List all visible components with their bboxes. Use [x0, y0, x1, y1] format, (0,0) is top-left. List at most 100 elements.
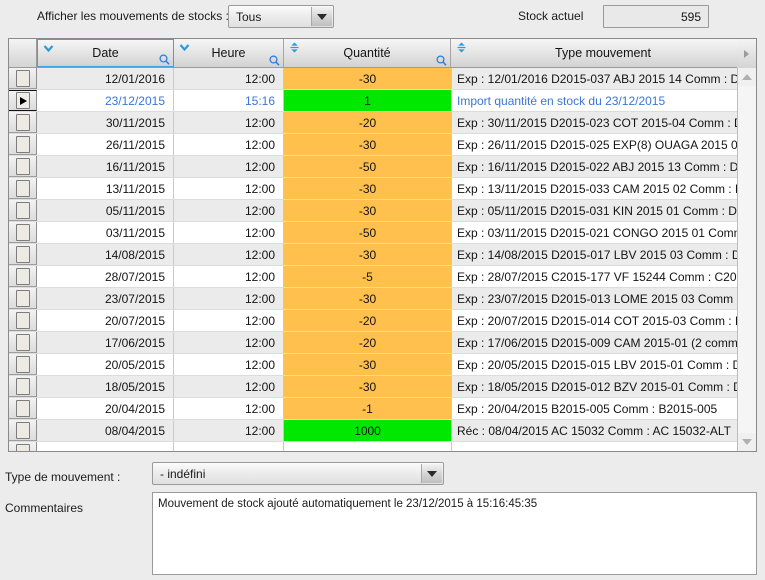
- cell-type-mouvement[interactable]: Exp : 23/07/2015 D2015-013 LOME 2015 03 …: [451, 288, 756, 309]
- row-selector[interactable]: [9, 156, 37, 177]
- cell-type-mouvement[interactable]: Exp : 26/11/2015 D2015-025 EXP(8) OUAGA …: [451, 134, 756, 155]
- cell-heure[interactable]: 12:00: [174, 112, 284, 133]
- new-record-cell[interactable]: [284, 442, 451, 451]
- cell-type-mouvement[interactable]: Import quantité en stock du 23/12/2015: [451, 90, 756, 111]
- cell-quantite[interactable]: 1000: [284, 420, 451, 441]
- movement-filter-dropdown-button[interactable]: [311, 7, 332, 26]
- cell-heure[interactable]: 12:00: [174, 288, 284, 309]
- new-record-cell[interactable]: [174, 442, 284, 451]
- table-row[interactable]: 30/11/2015 12:00 -20 Exp : 30/11/2015 D2015…: [9, 112, 756, 134]
- column-header-type-mouvement[interactable]: Type mouvement: [451, 39, 756, 67]
- cell-date[interactable]: 17/06/2015: [37, 332, 174, 353]
- cell-date[interactable]: 12/01/2016: [37, 68, 174, 89]
- row-selector[interactable]: [9, 178, 37, 199]
- row-selector[interactable]: [9, 332, 37, 353]
- row-selector[interactable]: [9, 398, 37, 419]
- cell-date[interactable]: 08/04/2015: [37, 420, 174, 441]
- cell-heure[interactable]: 12:00: [174, 398, 284, 419]
- cell-quantite[interactable]: -1: [284, 398, 451, 419]
- cell-heure[interactable]: 12:00: [174, 200, 284, 221]
- cell-quantite[interactable]: -30: [284, 68, 451, 89]
- cell-heure[interactable]: 12:00: [174, 420, 284, 441]
- cell-date[interactable]: 20/07/2015: [37, 310, 174, 331]
- vertical-scrollbar[interactable]: [737, 68, 756, 451]
- cell-heure[interactable]: 12:00: [174, 68, 284, 89]
- table-row[interactable]: 17/06/2015 12:00 -20 Exp : 17/06/2015 D2015…: [9, 332, 756, 354]
- filter-icon[interactable]: [269, 55, 280, 66]
- cell-date[interactable]: 23/12/2015: [37, 90, 174, 111]
- cell-heure[interactable]: 12:00: [174, 156, 284, 177]
- table-row[interactable]: 05/11/2015 12:00 -30 Exp : 05/11/2015 D2015…: [9, 200, 756, 222]
- new-record-row[interactable]: [9, 442, 756, 451]
- table-row[interactable]: 26/11/2015 12:00 -30 Exp : 26/11/2015 D2015…: [9, 134, 756, 156]
- row-selector[interactable]: [9, 244, 37, 265]
- cell-type-mouvement[interactable]: Exp : 16/11/2015 D2015-022 ABJ 2015 13 C…: [451, 156, 756, 177]
- cell-date[interactable]: 18/05/2015: [37, 376, 174, 397]
- cell-quantite[interactable]: -50: [284, 156, 451, 177]
- cell-date[interactable]: 05/11/2015: [37, 200, 174, 221]
- cell-quantite[interactable]: -30: [284, 288, 451, 309]
- cell-type-mouvement[interactable]: Exp : 05/11/2015 D2015-031 KIN 2015 01 C…: [451, 200, 756, 221]
- row-selector[interactable]: [9, 376, 37, 397]
- new-record-cell[interactable]: [37, 442, 174, 451]
- cell-date[interactable]: 14/08/2015: [37, 244, 174, 265]
- filter-icon[interactable]: [436, 55, 447, 66]
- row-selector[interactable]: [9, 310, 37, 331]
- table-row[interactable]: 14/08/2015 12:00 -30 Exp : 14/08/2015 D2015…: [9, 244, 756, 266]
- cell-date[interactable]: 13/11/2015: [37, 178, 174, 199]
- table-row[interactable]: 20/07/2015 12:00 -20 Exp : 20/07/2015 D2015…: [9, 310, 756, 332]
- cell-heure[interactable]: 15:16: [174, 90, 284, 111]
- cell-heure[interactable]: 12:00: [174, 222, 284, 243]
- column-header-heure[interactable]: Heure: [174, 39, 284, 67]
- row-selector[interactable]: [9, 266, 37, 287]
- vertical-scrollbar-track[interactable]: [738, 86, 756, 433]
- cell-heure[interactable]: 12:00: [174, 376, 284, 397]
- table-row[interactable]: 13/11/2015 12:00 -30 Exp : 13/11/2015 D2015…: [9, 178, 756, 200]
- cell-heure[interactable]: 12:00: [174, 332, 284, 353]
- table-row[interactable]: 23/07/2015 12:00 -30 Exp : 23/07/2015 D2015…: [9, 288, 756, 310]
- table-row[interactable]: 08/04/2015 12:00 1000 Réc : 08/04/2015 AC 1…: [9, 420, 756, 442]
- stock-movements-grid[interactable]: Date Heure Quantité Type mouvement 12/01…: [8, 38, 757, 452]
- cell-type-mouvement[interactable]: Exp : 20/07/2015 D2015-014 COT 2015-03 C…: [451, 310, 756, 331]
- cell-quantite[interactable]: -30: [284, 244, 451, 265]
- cell-date[interactable]: 20/05/2015: [37, 354, 174, 375]
- cell-type-mouvement[interactable]: Exp : 17/06/2015 D2015-009 CAM 2015-01 (…: [451, 332, 756, 353]
- movement-type-dropdown-button[interactable]: [421, 464, 442, 483]
- comments-textarea[interactable]: Mouvement de stock ajouté automatiquemen…: [152, 492, 757, 575]
- filter-icon[interactable]: [159, 54, 170, 65]
- cell-quantite[interactable]: 1: [284, 90, 451, 111]
- movement-type-select[interactable]: - indéfini: [152, 462, 444, 485]
- cell-heure[interactable]: 12:00: [174, 178, 284, 199]
- row-selector-current[interactable]: [9, 90, 37, 111]
- column-header-quantite[interactable]: Quantité: [284, 39, 451, 67]
- table-row[interactable]: 12/01/2016 12:00 -30 Exp : 12/01/2016 D2015…: [9, 68, 756, 90]
- cell-quantite[interactable]: -30: [284, 376, 451, 397]
- row-selector[interactable]: [9, 442, 37, 451]
- new-record-cell[interactable]: [451, 442, 756, 451]
- cell-date[interactable]: 23/07/2015: [37, 288, 174, 309]
- cell-heure[interactable]: 12:00: [174, 134, 284, 155]
- cell-date[interactable]: 30/11/2015: [37, 112, 174, 133]
- row-selector[interactable]: [9, 420, 37, 441]
- cell-date[interactable]: 28/07/2015: [37, 266, 174, 287]
- cell-quantite[interactable]: -5: [284, 266, 451, 287]
- row-selector[interactable]: [9, 222, 37, 243]
- cell-quantite[interactable]: -30: [284, 354, 451, 375]
- cell-type-mouvement[interactable]: Exp : 12/01/2016 D2015-037 ABJ 2015 14 C…: [451, 68, 756, 89]
- row-selector[interactable]: [9, 200, 37, 221]
- row-selector[interactable]: [9, 134, 37, 155]
- table-row[interactable]: 20/04/2015 12:00 -1 Exp : 20/04/2015 B2015-…: [9, 398, 756, 420]
- cell-date[interactable]: 16/11/2015: [37, 156, 174, 177]
- cell-type-mouvement[interactable]: Exp : 14/08/2015 D2015-017 LBV 2015 03 C…: [451, 244, 756, 265]
- horizontal-scroll-right-button[interactable]: [737, 39, 756, 68]
- cell-date[interactable]: 26/11/2015: [37, 134, 174, 155]
- cell-quantite[interactable]: -30: [284, 178, 451, 199]
- cell-type-mouvement[interactable]: Exp : 18/05/2015 D2015-012 BZV 2015-01 C…: [451, 376, 756, 397]
- cell-heure[interactable]: 12:00: [174, 310, 284, 331]
- row-selector[interactable]: [9, 288, 37, 309]
- grid-body[interactable]: 12/01/2016 12:00 -30 Exp : 12/01/2016 D2015…: [9, 68, 756, 451]
- cell-type-mouvement[interactable]: Exp : 28/07/2015 C2015-177 VF 15244 Comm…: [451, 266, 756, 287]
- cell-quantite[interactable]: -30: [284, 200, 451, 221]
- table-row[interactable]: 18/05/2015 12:00 -30 Exp : 18/05/2015 D2015…: [9, 376, 756, 398]
- row-selector[interactable]: [9, 112, 37, 133]
